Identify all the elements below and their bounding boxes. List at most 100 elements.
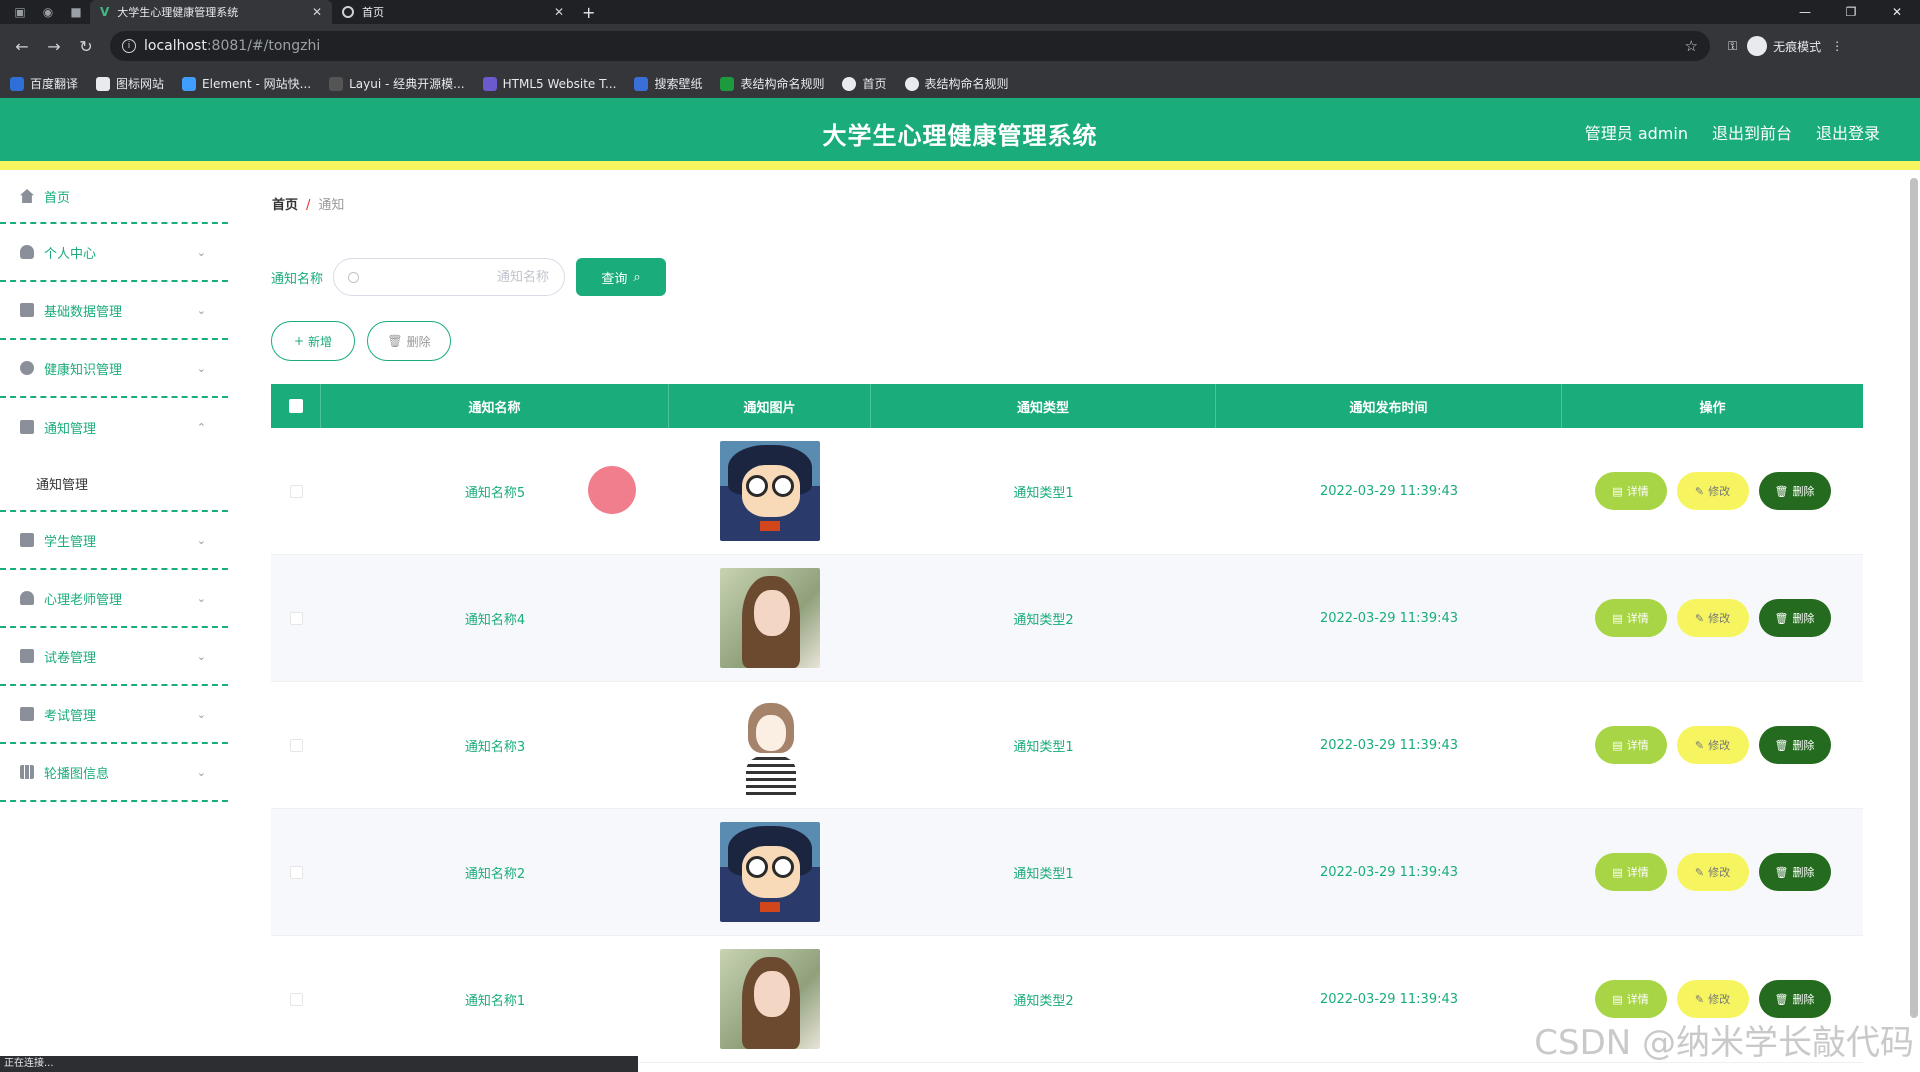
- home-icon: [20, 189, 34, 203]
- submenu-item-notice[interactable]: 通知管理: [0, 456, 228, 512]
- document-icon: ▤: [1612, 611, 1623, 625]
- sidebar-item-carousel[interactable]: 轮播图信息 ⌄: [0, 744, 228, 802]
- bookmark-item[interactable]: 百度翻译: [10, 75, 78, 92]
- select-all-checkbox[interactable]: [288, 399, 303, 413]
- row-checkbox[interactable]: [289, 738, 303, 752]
- column-header: 通知图片: [669, 384, 871, 428]
- edit-button[interactable]: ✎ 修改: [1676, 853, 1749, 891]
- trash-icon: 🗑: [387, 334, 403, 348]
- edit-button[interactable]: ✎ 修改: [1676, 472, 1749, 510]
- layui-icon: [329, 76, 344, 91]
- window-icon[interactable]: ■: [62, 0, 90, 24]
- minimize-icon[interactable]: —: [1782, 0, 1828, 24]
- row-checkbox[interactable]: [289, 865, 303, 879]
- bookmark-item[interactable]: 表结构命名规则: [720, 75, 824, 92]
- flag-icon: [96, 76, 111, 91]
- sidebar-item-label: 通知管理: [44, 421, 97, 437]
- admin-label: 管理员 admin: [1584, 124, 1688, 143]
- bookmark-item[interactable]: 图标网站: [96, 75, 164, 92]
- search-input[interactable]: [369, 269, 550, 285]
- reload-icon[interactable]: ↻: [72, 32, 100, 60]
- row-checkbox[interactable]: [289, 484, 303, 498]
- forward-icon[interactable]: →: [40, 32, 68, 60]
- bookmark-item[interactable]: Element - 网站快...: [182, 75, 311, 92]
- globe-icon: [842, 76, 857, 91]
- sidebar-item-exams[interactable]: 考试管理 ⌄: [0, 686, 228, 744]
- edit-button[interactable]: ✎ 修改: [1676, 980, 1749, 1018]
- bookmark-item[interactable]: 搜索壁纸: [634, 75, 702, 92]
- star-icon[interactable]: ☆: [1685, 37, 1698, 55]
- delete-button[interactable]: 🗑 删除: [1758, 599, 1831, 637]
- bookmark-item[interactable]: HTML5 Website T...: [482, 76, 616, 91]
- row-checkbox[interactable]: [289, 992, 303, 1006]
- bookmarks-bar: 百度翻译 图标网站 Element - 网站快... Layui - 经典开源模…: [0, 68, 1920, 100]
- header-accent-line: [0, 161, 1920, 170]
- column-header: 通知类型: [871, 384, 1216, 428]
- back-icon[interactable]: ←: [8, 32, 36, 60]
- browser-tab-active[interactable]: V 大学生心理健康管理系统 ✕: [90, 0, 332, 24]
- detail-button[interactable]: ▤ 详情: [1594, 980, 1667, 1018]
- notice-time: 2022-03-29 11:39:43: [1319, 737, 1459, 753]
- delete-button[interactable]: 🗑 删除: [1758, 853, 1831, 891]
- bookmark-item[interactable]: 表结构命名规则: [904, 75, 1009, 92]
- plus-icon: +: [293, 334, 305, 348]
- notice-time: 2022-03-29 11:39:43: [1319, 991, 1459, 1007]
- browser-tab[interactable]: 首页 ✕: [332, 0, 574, 24]
- close-window-icon[interactable]: ✕: [1874, 0, 1920, 24]
- breadcrumb-home[interactable]: 首页: [272, 198, 298, 213]
- logout-link[interactable]: 退出登录: [1816, 120, 1880, 144]
- close-icon[interactable]: ✕: [554, 5, 564, 19]
- document-icon: ▤: [1612, 992, 1623, 1006]
- info-icon[interactable]: i: [122, 39, 136, 53]
- notice-image: [720, 949, 820, 1049]
- delete-button[interactable]: 🗑 删除: [1758, 980, 1831, 1018]
- restore-icon[interactable]: ❐: [1828, 0, 1874, 24]
- notice-type: 通知类型2: [1013, 612, 1074, 628]
- sidebar-item-profile[interactable]: 个人中心 ⌄: [0, 224, 228, 282]
- row-checkbox[interactable]: [289, 611, 303, 625]
- notice-type: 通知类型2: [1013, 993, 1074, 1009]
- trash-icon: 🗑: [1774, 484, 1789, 498]
- add-button[interactable]: + 新增: [271, 321, 355, 361]
- tab-search-icon[interactable]: ▣: [6, 0, 34, 24]
- tab-title: 首页: [362, 6, 384, 19]
- edit-button[interactable]: ✎ 修改: [1676, 726, 1749, 764]
- scrollbar[interactable]: [1910, 178, 1918, 1018]
- edit-button[interactable]: ✎ 修改: [1676, 599, 1749, 637]
- sidebar-item-basic-data[interactable]: 基础数据管理 ⌄: [0, 282, 228, 340]
- back-to-front-link[interactable]: 退出到前台: [1712, 120, 1792, 144]
- header-check-cell: [271, 384, 321, 428]
- detail-button[interactable]: ▤ 详情: [1594, 472, 1667, 510]
- search-box[interactable]: [333, 258, 566, 296]
- query-button-label: 查询: [601, 271, 628, 287]
- pencil-icon: ✎: [1694, 611, 1705, 625]
- sidebar-item-home[interactable]: 首页: [0, 170, 228, 224]
- batch-delete-button[interactable]: 🗑 删除: [367, 321, 451, 361]
- detail-button[interactable]: ▤ 详情: [1594, 726, 1667, 764]
- detail-button[interactable]: ▤ 详情: [1594, 853, 1667, 891]
- sidebar-item-teachers[interactable]: 心理老师管理 ⌄: [0, 570, 228, 628]
- detail-button[interactable]: ▤ 详情: [1594, 599, 1667, 637]
- window-controls: — ❐ ✕: [1782, 0, 1920, 24]
- sidebar-item-papers[interactable]: 试卷管理 ⌄: [0, 628, 228, 686]
- bookmark-item[interactable]: Layui - 经典开源模...: [329, 75, 465, 92]
- clock-icon: [20, 361, 34, 375]
- key-icon[interactable]: ⚿: [1728, 39, 1737, 54]
- close-icon[interactable]: ✕: [312, 5, 322, 19]
- delete-button[interactable]: 🗑 删除: [1758, 472, 1831, 510]
- document-icon: ▤: [1612, 738, 1623, 752]
- bookmark-item[interactable]: 首页: [842, 75, 887, 92]
- globe-icon[interactable]: ◉: [34, 0, 62, 24]
- incognito-indicator[interactable]: 无痕模式: [1747, 36, 1821, 56]
- menu-kebab-icon[interactable]: ⋮: [1831, 39, 1843, 53]
- sidebar-item-students[interactable]: 学生管理 ⌄: [0, 512, 228, 570]
- notice-table: 通知名称 通知图片 通知类型 通知发布时间 操作 通知名称5 通知类型1 202…: [271, 384, 1863, 1063]
- notice-name: 通知名称3: [464, 739, 526, 755]
- query-button[interactable]: 查询 ⌕: [576, 258, 667, 296]
- delete-button[interactable]: 🗑 删除: [1758, 726, 1831, 764]
- chevron-down-icon: ⌄: [196, 591, 206, 605]
- sidebar-item-health-knowledge[interactable]: 健康知识管理 ⌄: [0, 340, 228, 398]
- address-bar[interactable]: i localhost:8081/#/tongzhi ☆: [110, 31, 1710, 61]
- sidebar-item-notice[interactable]: 通知管理 ⌃: [0, 398, 228, 456]
- new-tab-icon[interactable]: +: [582, 3, 595, 22]
